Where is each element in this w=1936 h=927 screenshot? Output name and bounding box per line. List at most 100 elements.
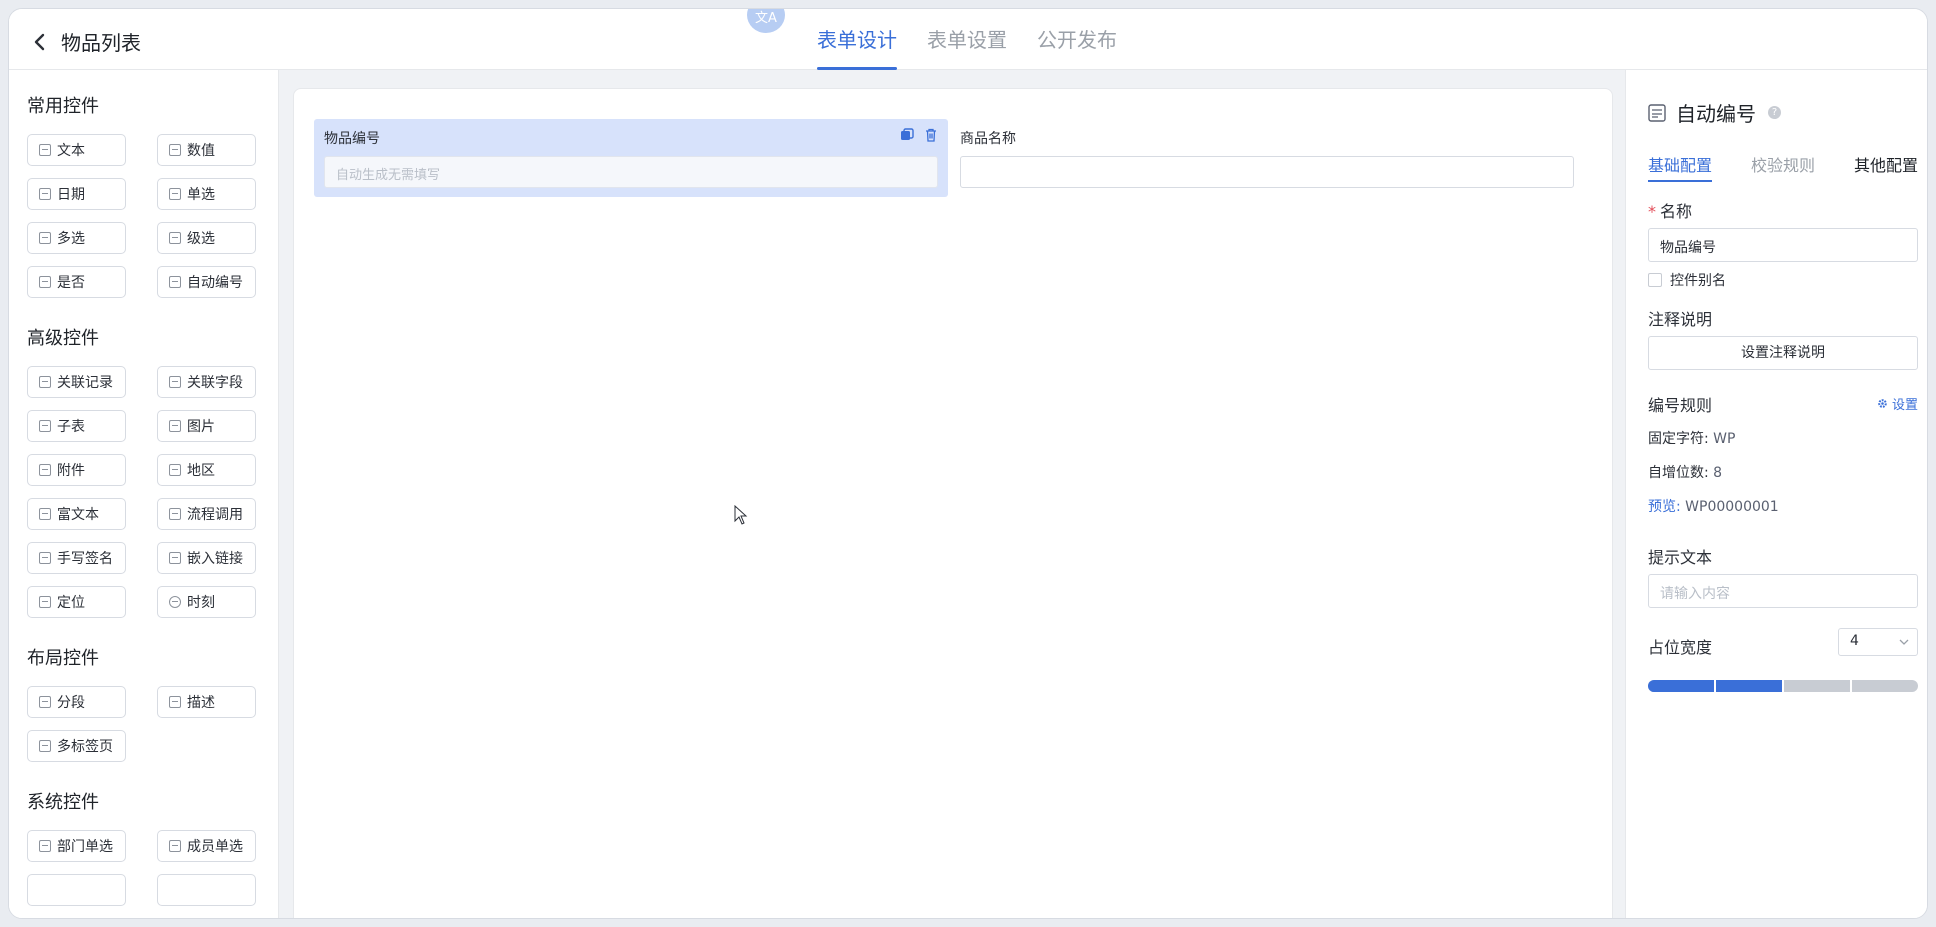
help-icon[interactable]: ?: [1768, 106, 1781, 119]
top-header: 文A 物品列表 表单设计 表单设置 公开发布: [9, 9, 1927, 70]
tab-form-settings[interactable]: 表单设置: [927, 9, 1007, 70]
control-multi-tab[interactable]: 多标签页: [27, 730, 126, 762]
name-label: 名称: [1660, 202, 1693, 221]
control-linked-record[interactable]: 关联记录: [27, 366, 126, 398]
control-description[interactable]: 描述: [157, 686, 256, 718]
hint-input[interactable]: 请输入内容: [1648, 574, 1918, 608]
tab-publish[interactable]: 公开发布: [1037, 9, 1117, 70]
control-partial-1[interactable]: [27, 874, 126, 906]
text-icon: [39, 144, 51, 156]
control-text[interactable]: 文本: [27, 134, 126, 166]
control-member-select[interactable]: 成员单选: [157, 830, 256, 862]
paperclip-icon: [39, 464, 51, 476]
chevron-left-icon: [34, 33, 45, 50]
hint-section: 提示文本 请输入内容: [1648, 544, 1918, 608]
rule-preview: 预览: WP00000001: [1648, 499, 1779, 515]
controls-grid-layout: 分段 描述 多标签页: [27, 686, 260, 762]
header-tabs: 表单设计 表单设置 公开发布: [817, 9, 1117, 70]
control-auto-number[interactable]: 自动编号: [157, 266, 256, 298]
control-image[interactable]: 图片: [157, 410, 256, 442]
field-placeholder: 自动生成无需填写: [324, 156, 938, 188]
auto-number-icon: [1648, 103, 1666, 122]
gear-icon: [1878, 399, 1887, 408]
number-icon: [169, 144, 181, 156]
field-input[interactable]: [960, 156, 1574, 188]
control-signature[interactable]: 手写签名: [27, 542, 126, 574]
yes-no-icon: [39, 276, 51, 288]
signature-icon: [39, 552, 51, 564]
control-embed-link[interactable]: 嵌入链接: [157, 542, 256, 574]
page-title: 物品列表: [61, 31, 141, 55]
controls-grid-system: 部门单选 成员单选: [27, 830, 260, 906]
tab-other-config[interactable]: 其他配置: [1854, 152, 1918, 180]
control-cascade[interactable]: 级选: [157, 222, 256, 254]
department-icon: [39, 840, 51, 852]
control-single-select[interactable]: 单选: [157, 178, 256, 210]
rule-section: 编号规则 设置 固定字符: WP 自增位数: 8 预览: WP00000001: [1648, 392, 1918, 516]
control-yes-no[interactable]: 是否: [27, 266, 126, 298]
link-icon: [169, 552, 181, 564]
field-actions: [900, 128, 938, 142]
rule-digits: 自增位数: 8: [1648, 465, 1723, 481]
copy-icon[interactable]: [900, 128, 914, 142]
tab-form-design[interactable]: 表单设计: [817, 9, 897, 70]
control-location[interactable]: 定位: [27, 586, 126, 618]
region-icon: [169, 464, 181, 476]
control-process-call[interactable]: 流程调用: [157, 498, 256, 530]
controls-panel: 常用控件 文本 数值 日期 单选 多选 级选 是否 自动编号 高级控件 关联记录…: [9, 70, 279, 918]
checkbox-icon: [1648, 273, 1662, 287]
set-note-button[interactable]: 设置注释说明: [1648, 336, 1918, 370]
image-icon: [169, 420, 181, 432]
control-subtable[interactable]: 子表: [27, 410, 126, 442]
width-slider[interactable]: [1648, 680, 1918, 692]
tab-basic-config[interactable]: 基础配置: [1648, 152, 1713, 182]
group-title-system: 系统控件: [27, 792, 99, 813]
group-title-layout: 布局控件: [27, 648, 99, 669]
control-department-select[interactable]: 部门单选: [27, 830, 126, 862]
field-label: 物品编号: [324, 131, 380, 147]
trash-icon[interactable]: [924, 128, 938, 142]
tabs-icon: [39, 740, 51, 752]
description-icon: [169, 696, 181, 708]
section-icon: [39, 696, 51, 708]
translate-icon[interactable]: 文A: [747, 9, 785, 33]
control-linked-field[interactable]: 关联字段: [157, 366, 256, 398]
control-time[interactable]: 时刻: [157, 586, 256, 618]
control-region[interactable]: 地区: [157, 454, 256, 486]
back-button[interactable]: 物品列表: [31, 27, 141, 56]
tab-validation-rules[interactable]: 校验规则: [1751, 152, 1815, 180]
control-date[interactable]: 日期: [27, 178, 126, 210]
subtable-icon: [39, 420, 51, 432]
properties-panel: 自动编号 ? 基础配置 校验规则 其他配置 * 名称 物品编号 控件别名 注释说明…: [1625, 70, 1927, 918]
control-partial-2[interactable]: [157, 874, 256, 906]
control-section[interactable]: 分段: [27, 686, 126, 718]
link-field-icon: [169, 376, 181, 388]
group-title-common: 常用控件: [27, 96, 99, 117]
checkbox-icon: [169, 188, 181, 200]
properties-title: 自动编号 ?: [1648, 98, 1781, 127]
process-icon: [169, 508, 181, 520]
alias-checkbox[interactable]: 控件别名: [1648, 270, 1918, 290]
mouse-cursor-icon: [734, 505, 748, 525]
width-section: 占位宽度 4: [1648, 628, 1918, 692]
checkbox-icon: [39, 232, 51, 244]
rule-settings-link[interactable]: 设置: [1877, 394, 1918, 413]
cascade-icon: [169, 232, 181, 244]
width-select[interactable]: 4: [1838, 628, 1918, 656]
controls-grid-advanced: 关联记录 关联字段 子表 图片 附件 地区 富文本 流程调用 手写签名 嵌入链接…: [27, 366, 260, 618]
member-icon: [169, 840, 181, 852]
auto-number-icon: [169, 276, 181, 288]
app-window: 文A 物品列表 表单设计 表单设置 公开发布 常用控件 文本 数值 日期 单选 …: [8, 8, 1928, 919]
name-input[interactable]: 物品编号: [1648, 228, 1918, 262]
note-label: 注释说明: [1648, 310, 1713, 329]
control-attachment[interactable]: 附件: [27, 454, 126, 486]
text-icon: [39, 508, 51, 520]
control-multi-select[interactable]: 多选: [27, 222, 126, 254]
rule-fixed-chars: 固定字符: WP: [1648, 431, 1736, 447]
field-item-number[interactable]: 物品编号 自动生成无需填写: [314, 119, 948, 197]
clock-icon: [169, 596, 181, 608]
form-canvas[interactable]: 物品编号 自动生成无需填写 商品名称: [293, 88, 1613, 918]
control-rich-text[interactable]: 富文本: [27, 498, 126, 530]
control-number[interactable]: 数值: [157, 134, 256, 166]
properties-tabs: 基础配置 校验规则 其他配置: [1648, 152, 1918, 182]
